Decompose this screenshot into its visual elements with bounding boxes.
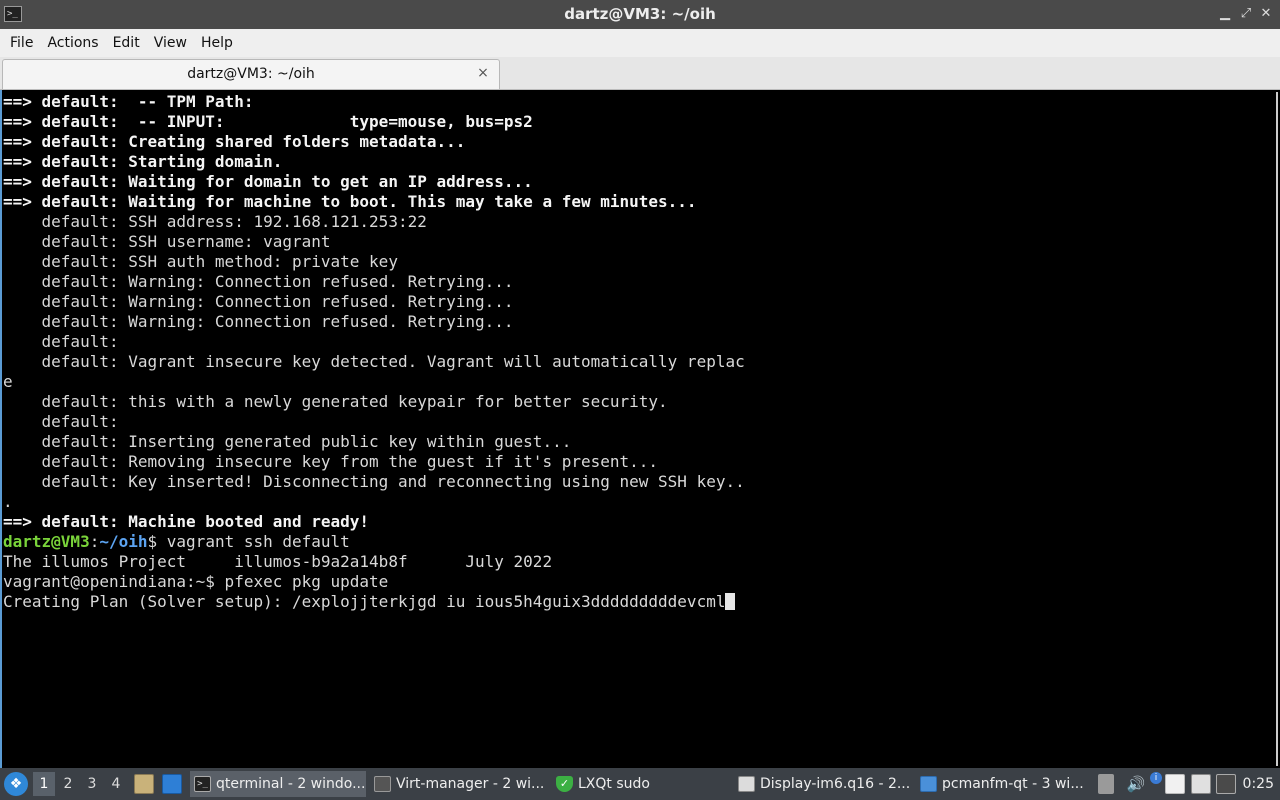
terminal-line: default: Inserting generated public key …	[3, 432, 572, 451]
workspace-4[interactable]: 4	[105, 772, 127, 796]
task-label: Virt-manager - 2 wi...	[396, 776, 545, 792]
workspace-2[interactable]: 2	[57, 772, 79, 796]
terminal-line: default: Removing insecure key from the …	[3, 452, 659, 471]
tab-close-icon[interactable]: ×	[475, 65, 491, 81]
workspace-3[interactable]: 3	[81, 772, 103, 796]
file-manager-icon[interactable]	[1165, 774, 1185, 794]
current-line: Creating Plan (Solver setup): /explojjte…	[2, 592, 1280, 612]
prompt-sign: $	[147, 532, 167, 551]
prompt-command: vagrant ssh default	[166, 532, 350, 551]
terminal-output[interactable]: ==> default: -- TPM Path: ==> default: -…	[0, 90, 1280, 768]
terminal-line: default: Vagrant insecure key detected. …	[3, 352, 745, 371]
terminal-icon: >_	[194, 776, 211, 792]
minimize-icon[interactable]: ▁	[1216, 5, 1234, 23]
menu-view[interactable]: View	[147, 29, 194, 57]
terminal-line: default: Warning: Connection refused. Re…	[3, 272, 514, 291]
taskbar: ❖ 1 2 3 4 >_ qterminal - 2 windo... Virt…	[0, 768, 1280, 800]
task-label: LXQt sudo	[578, 776, 650, 792]
task-virt-manager[interactable]: Virt-manager - 2 wi...	[370, 771, 548, 797]
clipboard-icon[interactable]	[1098, 774, 1114, 794]
terminal-line: default: Warning: Connection refused. Re…	[3, 312, 514, 331]
prompt-line: dartz@VM3:~/oih$ vagrant ssh default	[2, 532, 1280, 552]
tab-label: dartz@VM3: ~/oih	[187, 66, 315, 82]
window-titlebar[interactable]: >_ dartz@VM3: ~/oih ▁ ⤢ ✕	[0, 0, 1280, 29]
workspace-1[interactable]: 1	[33, 772, 55, 796]
terminal-line: ==> default: -- TPM Path:	[3, 92, 254, 111]
menu-edit[interactable]: Edit	[106, 29, 147, 57]
current-line-text: Creating Plan (Solver setup): /explojjte…	[3, 592, 726, 611]
image-viewer-icon	[738, 776, 755, 792]
terminal-line: ==> default: Waiting for machine to boot…	[3, 192, 697, 211]
terminal-scrollbar[interactable]	[1276, 92, 1278, 766]
terminal-line: ==> default: Machine booted and ready!	[3, 512, 370, 531]
terminal-line: ==> default: Waiting for domain to get a…	[3, 172, 533, 191]
window-title: dartz@VM3: ~/oih	[564, 5, 716, 23]
terminal-line: The illumos Project illumos-b9a2a14b8f J…	[3, 552, 553, 571]
close-icon[interactable]: ✕	[1257, 5, 1275, 23]
volume-icon[interactable]: 🔊	[1126, 774, 1146, 794]
terminal-line: default: SSH address: 192.168.121.253:22	[3, 212, 427, 231]
terminal-line: ==> default: Creating shared folders met…	[3, 132, 466, 151]
folder-icon	[920, 776, 937, 792]
terminal-line: default: Key inserted! Disconnecting and…	[3, 472, 745, 491]
task-qterminal[interactable]: >_ qterminal - 2 windo...	[190, 771, 366, 797]
task-label: qterminal - 2 windo...	[216, 776, 366, 792]
shield-icon: ✓	[556, 776, 573, 792]
prompt-path: ~/oih	[99, 532, 148, 551]
archive-icon[interactable]	[134, 774, 154, 794]
task-pcmanfm-qt[interactable]: pcmanfm-qt - 3 wi...	[916, 771, 1086, 797]
lxqt-menu-icon[interactable]: ❖	[4, 772, 28, 796]
virt-manager-icon	[374, 776, 391, 792]
terminal-tab[interactable]: dartz@VM3: ~/oih ×	[2, 59, 500, 89]
info-icon[interactable]: i	[1150, 772, 1162, 784]
terminal-line: ==> default: Starting domain.	[3, 152, 283, 171]
terminal-line: default:	[3, 412, 119, 431]
prompt-separator: :	[89, 532, 100, 551]
terminal-line: default: SSH auth method: private key	[3, 252, 398, 271]
menu-help[interactable]: Help	[194, 29, 240, 57]
terminal-line: default: Warning: Connection refused. Re…	[3, 292, 514, 311]
show-desktop-icon[interactable]	[162, 774, 182, 794]
terminal-line: default:	[3, 332, 119, 351]
task-display-im6[interactable]: Display-im6.q16 - 2...	[734, 771, 912, 797]
task-label: pcmanfm-qt - 3 wi...	[942, 776, 1084, 792]
task-lxqt-sudo[interactable]: ✓ LXQt sudo	[552, 771, 728, 797]
menu-bar: File Actions Edit View Help	[0, 29, 1280, 57]
terminal-line: .	[3, 492, 13, 511]
clock[interactable]: 0:25	[1243, 768, 1274, 800]
terminal-line: default: SSH username: vagrant	[3, 232, 331, 251]
monitor-icon[interactable]	[1191, 774, 1211, 794]
terminal-line: vagrant@openindiana:~$ pfexec pkg update	[3, 572, 389, 591]
tab-bar: dartz@VM3: ~/oih ×	[0, 57, 1280, 90]
task-label: Display-im6.q16 - 2...	[760, 776, 911, 792]
terminal-line: default: this with a newly generated key…	[3, 392, 668, 411]
maximize-icon[interactable]: ⤢	[1237, 5, 1255, 23]
terminal-line: e	[3, 372, 13, 391]
prompt-user: dartz@VM3	[3, 532, 90, 551]
menu-actions[interactable]: Actions	[40, 29, 105, 57]
network-icon[interactable]	[1216, 774, 1236, 794]
text-cursor	[725, 593, 736, 610]
terminal-line: ==> default: -- INPUT: type=mouse, bus=p…	[3, 112, 533, 131]
menu-file[interactable]: File	[3, 29, 40, 57]
